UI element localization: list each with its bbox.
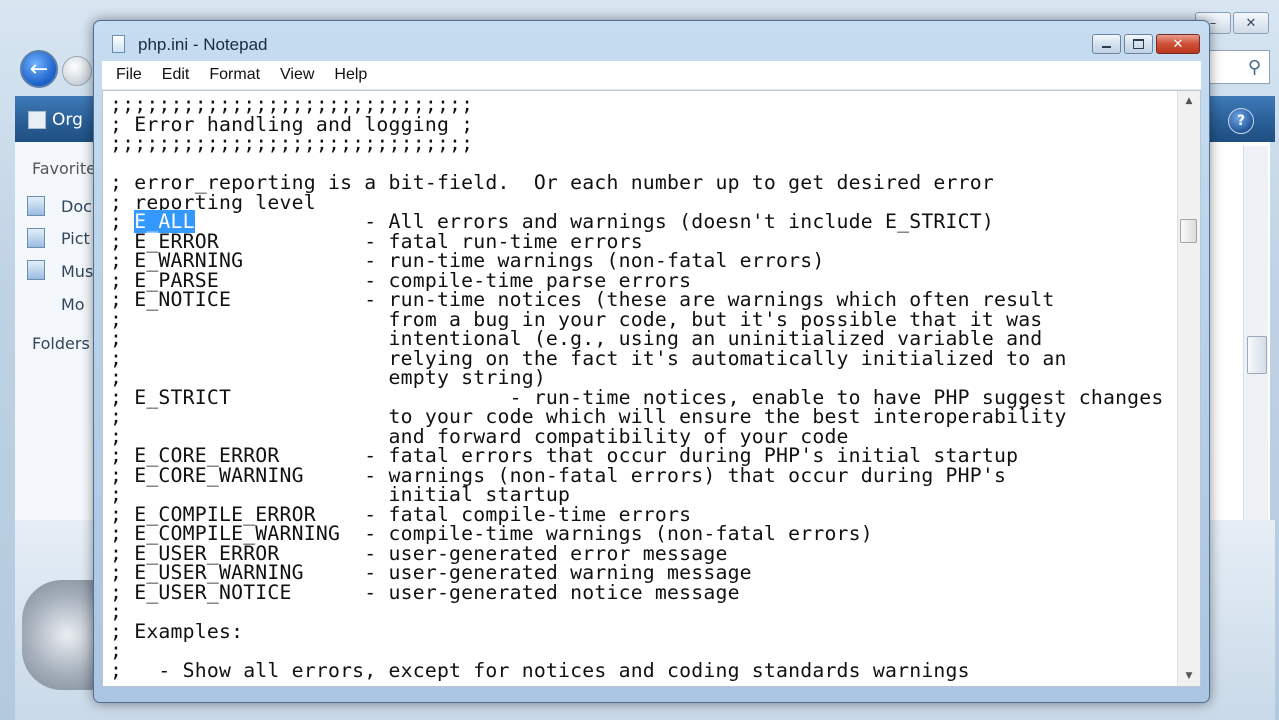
organize-button[interactable]: Org bbox=[28, 110, 83, 130]
documents-icon bbox=[27, 196, 45, 216]
notepad-icon bbox=[112, 35, 125, 53]
forward-arrow-icon[interactable] bbox=[62, 56, 92, 86]
editor-content[interactable]: ;;;;;;;;;;;;;;;;;;;;;;;;;;;;;; ; Error h… bbox=[110, 95, 1164, 680]
menu-file[interactable]: File bbox=[116, 66, 142, 84]
back-arrow-icon[interactable]: ← bbox=[20, 50, 58, 88]
minimize-button[interactable] bbox=[1092, 34, 1121, 54]
menu-edit[interactable]: Edit bbox=[162, 66, 190, 84]
menu-help[interactable]: Help bbox=[334, 66, 367, 84]
scroll-up-icon[interactable]: ▲ bbox=[1178, 91, 1200, 111]
nav-item-music[interactable]: Mus bbox=[61, 262, 93, 281]
caption-buttons: ✕ bbox=[1092, 34, 1200, 54]
menu-bar: File Edit Format View Help bbox=[102, 61, 1201, 90]
organize-label: Org bbox=[52, 110, 83, 130]
bg-scrollbar-thumb[interactable] bbox=[1247, 336, 1267, 374]
nav-item-documents[interactable]: Doc bbox=[61, 197, 92, 216]
text-editor[interactable]: ;;;;;;;;;;;;;;;;;;;;;;;;;;;;;; ; Error h… bbox=[102, 90, 1201, 687]
close-button[interactable]: ✕ bbox=[1156, 34, 1200, 54]
editor-text-after: - All errors and warnings (doesn't inclu… bbox=[110, 210, 1164, 682]
nav-item-pictures[interactable]: Pict bbox=[61, 229, 90, 248]
bg-navigation-pane: Favorite Doc Pict Mus Mo Folders bbox=[15, 142, 101, 520]
maximize-icon bbox=[1133, 39, 1144, 49]
window-title: php.ini - Notepad bbox=[138, 35, 268, 54]
folders-label[interactable]: Folders bbox=[32, 334, 90, 353]
bg-vertical-scrollbar[interactable] bbox=[1243, 146, 1268, 520]
scroll-down-icon[interactable]: ▼ bbox=[1178, 666, 1200, 686]
bg-close-button[interactable]: ✕ bbox=[1233, 12, 1269, 34]
vertical-scrollbar[interactable]: ▲ ▼ bbox=[1177, 91, 1200, 686]
scrollbar-thumb[interactable] bbox=[1180, 219, 1197, 243]
notepad-window: php.ini - Notepad ✕ File Edit Format Vie… bbox=[93, 20, 1210, 703]
nav-item-more[interactable]: Mo bbox=[61, 295, 85, 314]
menu-view[interactable]: View bbox=[280, 66, 314, 84]
music-icon bbox=[27, 260, 45, 280]
bg-search-box[interactable]: ⚲ bbox=[1208, 50, 1270, 84]
favorites-label: Favorite bbox=[32, 159, 96, 178]
organize-icon bbox=[28, 111, 46, 129]
minimize-icon bbox=[1102, 46, 1111, 48]
maximize-button[interactable] bbox=[1124, 34, 1153, 54]
search-icon: ⚲ bbox=[1247, 56, 1261, 78]
gear-icon bbox=[22, 580, 97, 690]
help-icon[interactable]: ? bbox=[1228, 108, 1254, 134]
pictures-icon bbox=[27, 228, 45, 248]
menu-format[interactable]: Format bbox=[209, 66, 260, 84]
title-bar[interactable]: php.ini - Notepad ✕ bbox=[94, 21, 1209, 61]
close-icon: ✕ bbox=[1172, 36, 1184, 52]
